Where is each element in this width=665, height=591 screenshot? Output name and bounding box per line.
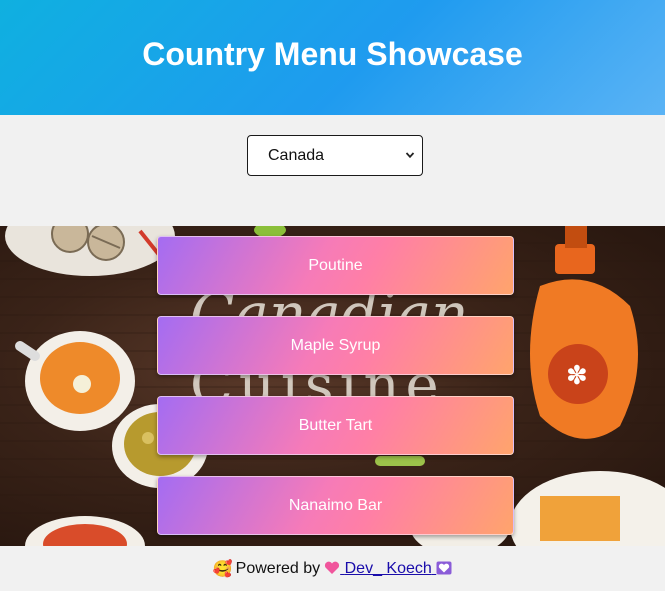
menu-item-label: Poutine — [308, 256, 363, 274]
purple-heart-icon — [436, 561, 452, 574]
page-header: Country Menu Showcase — [0, 0, 665, 115]
menu-item-nanaimo-bar[interactable]: Nanaimo Bar — [157, 476, 514, 535]
country-select[interactable]: Canada — [247, 135, 423, 176]
footer: 🥰 Powered by Dev_ Koech — [0, 546, 665, 591]
author-link-text: Dev_ Koech — [344, 559, 432, 577]
smiling-face-with-hearts-icon: 🥰 — [212, 560, 233, 578]
menu-item-label: Nanaimo Bar — [288, 496, 383, 514]
page-title: Country Menu Showcase — [142, 36, 523, 72]
svg-text:✽: ✽ — [566, 360, 588, 390]
menu-item-label: Butter Tart — [298, 416, 373, 434]
menu-item-poutine[interactable]: Poutine — [157, 236, 514, 295]
chevron-down-icon — [405, 152, 415, 159]
country-select-value: Canada — [268, 146, 325, 164]
menu-item-label: Maple Syrup — [290, 336, 381, 354]
menu-item-maple-syrup[interactable]: Maple Syrup — [157, 316, 514, 375]
menu-item-butter-tart[interactable]: Butter Tart — [157, 396, 514, 455]
author-link[interactable]: Dev_ Koech — [324, 560, 452, 578]
footer-text: Powered by — [235, 559, 321, 577]
sparkling-heart-icon — [325, 561, 340, 574]
